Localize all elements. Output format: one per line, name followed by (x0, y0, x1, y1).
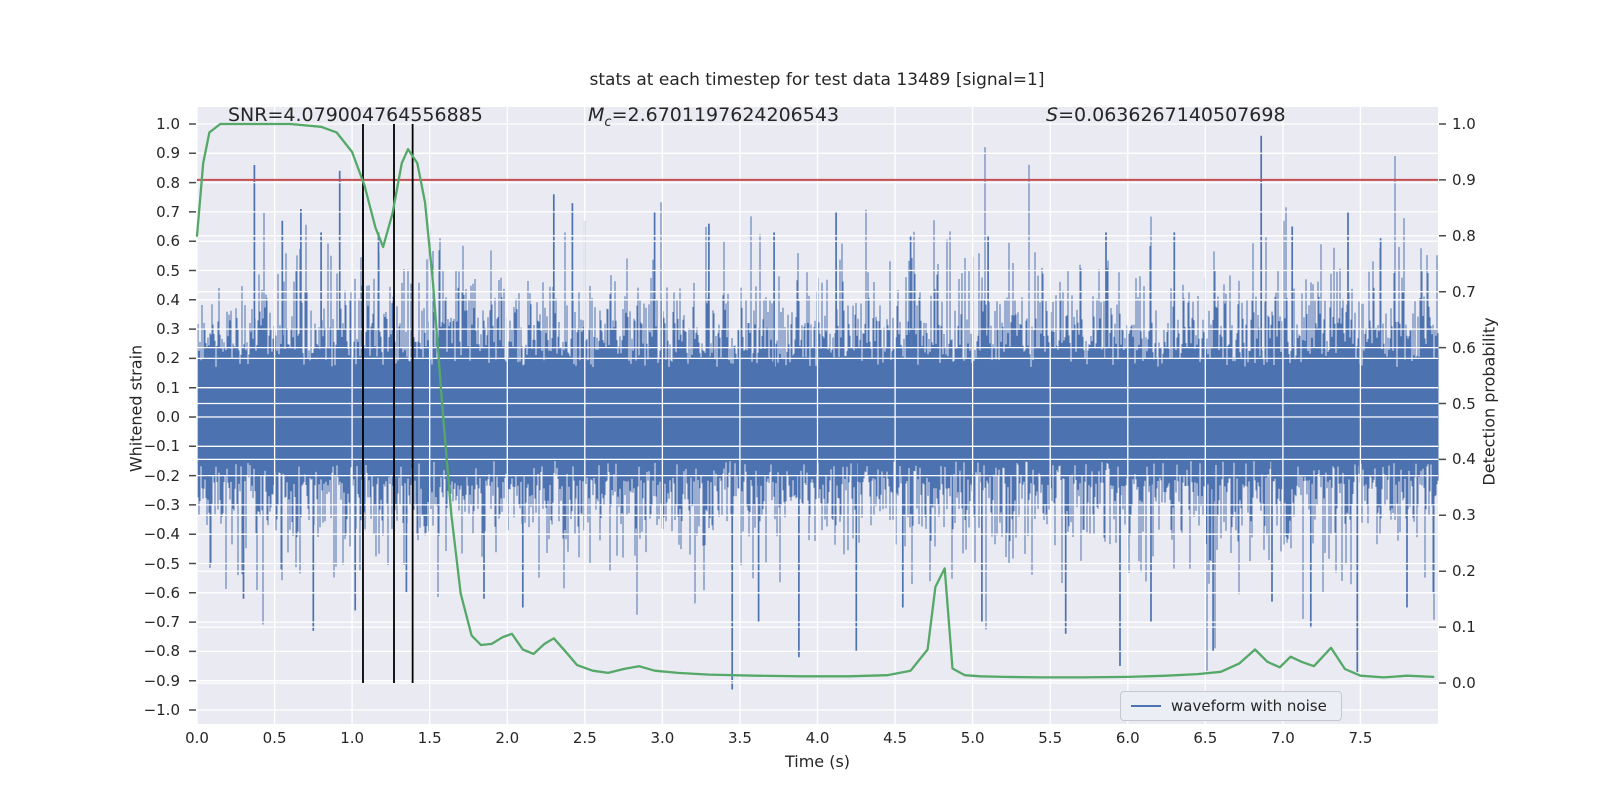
x-tick-label: 6.0 (1115, 729, 1140, 747)
y-left-tick-label: −0.5 (143, 554, 180, 573)
y-right-tick-label: 0.3 (1452, 506, 1476, 525)
y-left-tick-label: 0.9 (156, 144, 180, 163)
y-left-tick-label: 1.0 (156, 115, 180, 133)
figure: stats at each timestep for test data 134… (0, 0, 1600, 800)
stat-s: S=0.0636267140507698 (1046, 104, 1286, 126)
y-left-tick-label: 0.0 (156, 408, 180, 426)
y-left-tick-label: 0.3 (156, 320, 180, 339)
legend-line-sample (1131, 704, 1161, 708)
y-right-tick-label: 0.9 (1452, 170, 1476, 189)
chart-title: stats at each timestep for test data 134… (589, 70, 1045, 90)
y-left-tick-label: 0.4 (156, 290, 180, 309)
x-tick-label: 2.5 (572, 729, 597, 747)
y-right-tick-label: 0.6 (1452, 338, 1476, 357)
x-tick-label: 2.0 (495, 729, 520, 747)
x-tick-label: 5.5 (1038, 729, 1063, 747)
y-left-tick-label: −0.9 (143, 671, 180, 690)
y-left-tick-label: −0.6 (143, 583, 180, 602)
x-tick-label: 4.5 (883, 729, 907, 747)
y-right-tick-label: 0.7 (1452, 282, 1476, 301)
x-tick-label: 7.0 (1270, 729, 1295, 747)
y-right-tick-label: 0.4 (1452, 450, 1476, 469)
x-tick-label: 0.0 (185, 729, 209, 747)
y-left-tick-label: −1.0 (143, 701, 180, 719)
y-left-axis-label: Whitened strain (126, 344, 146, 473)
y-left-tick-label: 0.7 (156, 202, 180, 221)
y-left-tick-label: 0.6 (156, 232, 180, 251)
y-right-tick-label: 0.8 (1452, 226, 1476, 245)
y-right-tick-label: 0.1 (1452, 618, 1476, 637)
y-left-tick-label: 0.5 (156, 261, 180, 280)
x-tick-label: 3.0 (650, 729, 675, 747)
x-tick-label: 5.0 (960, 729, 985, 747)
y-left-tick-label: −0.8 (143, 642, 180, 661)
y-right-tick-label: 0.5 (1452, 394, 1476, 413)
y-left-tick-label: 0.8 (156, 173, 180, 192)
y-left-tick-label: −0.7 (143, 613, 180, 632)
y-left-tick-label: −0.1 (143, 437, 180, 456)
stat-chirp-mass: Mc=2.6701197624206543 (588, 104, 840, 130)
x-tick-label: 1.5 (417, 729, 442, 747)
y-left-tick-label: −0.4 (143, 525, 180, 544)
legend-item-label: waveform with noise (1171, 697, 1327, 715)
x-axis-label: Time (s) (784, 752, 851, 771)
x-tick-label: 7.5 (1348, 729, 1373, 747)
x-tick-label: 4.0 (805, 729, 830, 747)
x-tick-label: 6.5 (1193, 729, 1218, 747)
y-right-axis-label: Detection probability (1479, 317, 1499, 486)
y-right-tick-label: 0.2 (1452, 562, 1476, 581)
x-tick-label: 1.0 (340, 729, 365, 747)
x-tick-label: 3.5 (728, 729, 752, 747)
y-right-tick-label: 1.0 (1452, 115, 1476, 133)
stat-snr: SNR=4.079004764556885 (228, 104, 483, 126)
legend: waveform with noise (1120, 691, 1342, 721)
y-left-tick-label: −0.3 (143, 495, 180, 514)
y-right-tick-label: 0.0 (1452, 674, 1476, 692)
y-left-tick-label: 0.1 (156, 378, 180, 397)
y-left-tick-label: −0.2 (143, 466, 180, 485)
x-tick-label: 0.5 (262, 729, 287, 747)
y-left-tick-label: 0.2 (156, 349, 180, 368)
